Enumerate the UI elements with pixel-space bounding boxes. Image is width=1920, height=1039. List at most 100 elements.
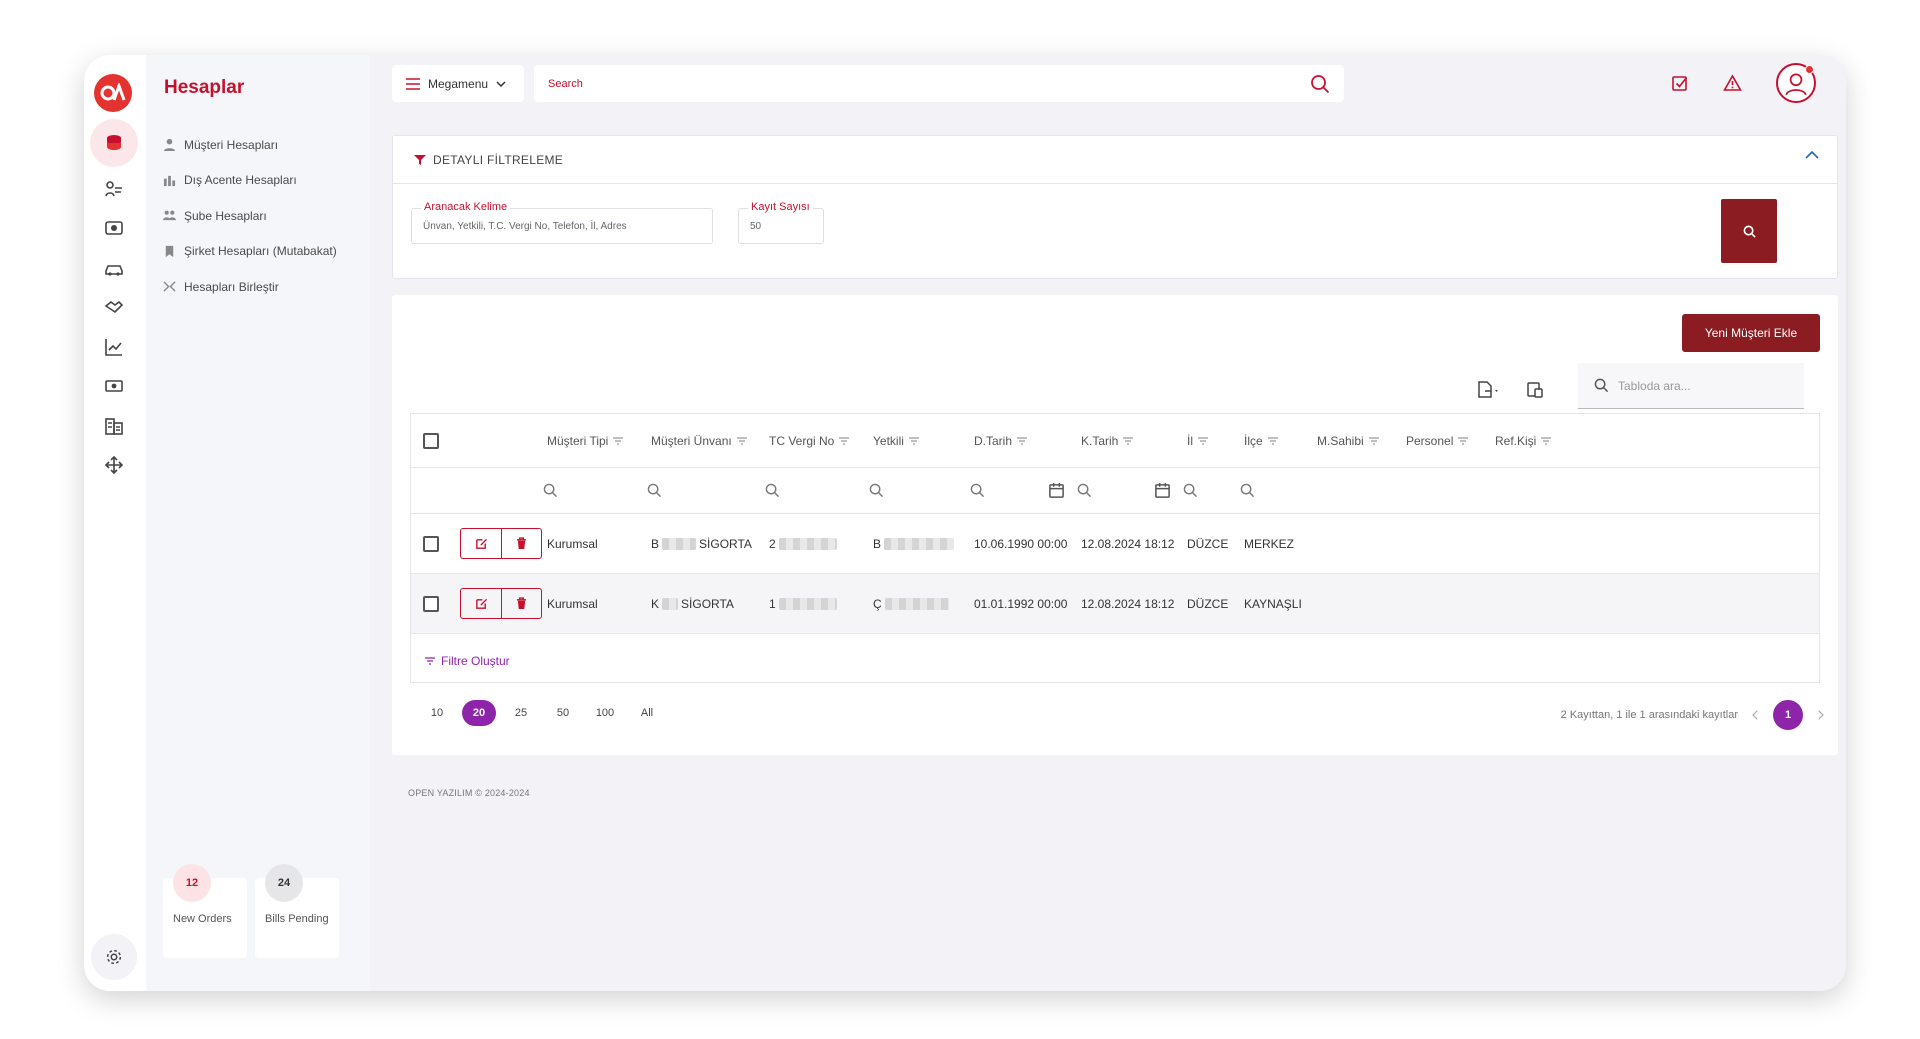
page-size-option[interactable]: All — [630, 700, 664, 726]
app-logo-icon[interactable] — [94, 74, 132, 112]
table-search-placeholder: Tabloda ara... — [1618, 378, 1691, 393]
column-filter-icon — [613, 436, 624, 445]
filter-search-icon[interactable] — [765, 468, 780, 513]
car-icon[interactable] — [90, 248, 138, 288]
stat-bills-pending[interactable]: 24 Bills Pending — [255, 864, 339, 958]
page-size-option[interactable]: 50 — [546, 700, 580, 726]
column-filter-icon — [839, 436, 850, 445]
chart-line-icon[interactable] — [90, 327, 138, 367]
stat-new-orders[interactable]: 12 New Orders — [163, 864, 247, 958]
col-header-referrer[interactable]: Ref.Kişi — [1495, 414, 1552, 467]
filter-search-icon[interactable] — [543, 468, 558, 513]
col-header-district[interactable]: İlçe — [1244, 414, 1278, 467]
delete-button[interactable] — [501, 588, 542, 619]
keyword-field[interactable]: Aranacak Kelime Ünvan, Yetkili, T.C. Ver… — [411, 201, 713, 244]
table-search[interactable]: Tabloda ara... — [1578, 363, 1804, 409]
delete-button[interactable] — [501, 528, 542, 559]
export-file-icon[interactable] — [1476, 381, 1502, 399]
stat-label: New Orders — [173, 913, 232, 925]
table-row[interactable]: Kurumsal B SİGORTA 2 B 10.06.1990 00:00 1… — [411, 514, 1819, 574]
edit-button[interactable] — [460, 588, 501, 619]
column-chooser-icon[interactable] — [1526, 381, 1544, 399]
main-content: Megamenu DETAYLI FİLTRELEME Aranacak Kel — [370, 55, 1846, 991]
chevron-left-icon[interactable] — [1752, 710, 1759, 720]
col-header-customer-type[interactable]: Müşteri Tipi — [547, 414, 624, 467]
filter-search-icon[interactable] — [1077, 468, 1092, 513]
trash-icon — [516, 597, 527, 609]
page-size-option-selected[interactable]: 20 — [462, 700, 496, 726]
buildings-icon[interactable] — [90, 406, 138, 446]
page-size-option[interactable]: 10 — [420, 700, 454, 726]
cell-province: DÜZCE — [1187, 596, 1229, 611]
filter-search-icon[interactable] — [1240, 468, 1255, 513]
user-avatar-icon — [1785, 73, 1807, 96]
create-filter-link[interactable]: Filtre Oluştur — [425, 654, 510, 668]
col-header-authorized[interactable]: Yetkili — [873, 414, 919, 467]
page-size-option[interactable]: 100 — [588, 700, 622, 726]
task-check-icon[interactable] — [1671, 74, 1689, 92]
page-size-option[interactable]: 25 — [504, 700, 538, 726]
policy-icon[interactable] — [90, 169, 138, 209]
cell-customer-type: Kurumsal — [547, 536, 598, 551]
col-header-staff[interactable]: Personel — [1406, 414, 1469, 467]
filter-search-icon[interactable] — [970, 468, 985, 513]
megamenu-button[interactable]: Megamenu — [392, 65, 524, 102]
submenu-item-branch-accounts[interactable]: Şube Hesapları — [163, 198, 337, 234]
warning-icon[interactable] — [1723, 74, 1742, 92]
row-checkbox[interactable] — [423, 514, 439, 573]
global-search-input[interactable] — [548, 77, 1310, 90]
cell-district: KAYNAŞLI — [1244, 596, 1302, 611]
column-filter-icon — [1123, 436, 1134, 445]
edit-icon — [475, 598, 487, 609]
submenu-item-external-agency-accounts[interactable]: Dış Acente Hesapları — [163, 163, 337, 199]
new-customer-button[interactable]: Yeni Müşteri Ekle — [1682, 314, 1820, 352]
record-count-field[interactable]: Kayıt Sayısı 50 — [738, 201, 824, 244]
accounts-icon[interactable] — [90, 119, 138, 167]
pagination-info: 2 Kayıttan, 1 ile 1 arasındaki kayıtlar — [1560, 709, 1738, 721]
chevron-right-icon[interactable] — [1817, 710, 1824, 720]
chevron-up-icon[interactable] — [1805, 151, 1819, 159]
select-all-checkbox[interactable] — [423, 414, 439, 467]
row-checkbox[interactable] — [423, 574, 439, 633]
handshake-icon[interactable] — [90, 287, 138, 327]
cell-customer-title: K SİGORTA — [651, 596, 734, 611]
table-row[interactable]: Kurumsal K SİGORTA 1 Ç 01.01.1992 00:00 1… — [411, 574, 1819, 634]
col-header-tax-no[interactable]: TC Vergi No — [769, 414, 850, 467]
edit-button[interactable] — [460, 528, 501, 559]
grid-header-row: Müşteri Tipi Müşteri Ünvanı TC Vergi No … — [411, 414, 1819, 468]
calendar-icon[interactable] — [1154, 468, 1171, 513]
filter-search-icon[interactable] — [869, 468, 884, 513]
hamburger-icon — [406, 77, 420, 90]
column-filter-icon — [1017, 436, 1028, 445]
chart-bars-icon — [163, 175, 176, 186]
col-header-record-date[interactable]: K.Tarih — [1081, 414, 1134, 467]
filter-header[interactable]: DETAYLI FİLTRELEME — [393, 136, 1837, 184]
move-arrows-icon[interactable] — [90, 445, 138, 485]
user-avatar[interactable] — [1776, 63, 1816, 103]
cell-record-date: 12.08.2024 18:12 — [1081, 596, 1175, 611]
filter-search-icon[interactable] — [1183, 468, 1198, 513]
search-icon[interactable] — [1310, 74, 1330, 94]
cell-tax-no: 2 — [769, 514, 840, 573]
calendar-icon[interactable] — [1048, 468, 1065, 513]
user-icon — [163, 139, 176, 152]
row-actions — [460, 514, 542, 573]
stat-label: Bills Pending — [265, 913, 329, 925]
filter-search-button[interactable] — [1721, 199, 1777, 263]
settings-gear-icon[interactable] — [91, 934, 137, 980]
filter-search-icon[interactable] — [647, 468, 662, 513]
submenu-item-company-accounts[interactable]: Şirket Hesapları (Mutabakat) — [163, 234, 337, 270]
table-tools — [1476, 381, 1544, 399]
submenu-item-merge-accounts[interactable]: Hesapları Birleştir — [163, 269, 337, 305]
submenu-item-label: Müşteri Hesapları — [184, 137, 279, 152]
col-header-owner[interactable]: M.Sahibi — [1317, 414, 1379, 467]
page-button-current[interactable]: 1 — [1773, 700, 1803, 730]
camera-icon[interactable] — [90, 208, 138, 248]
col-header-customer-title[interactable]: Müşteri Ünvanı — [651, 414, 747, 467]
submenu-item-customer-accounts[interactable]: Müşteri Hesapları — [163, 127, 337, 163]
money-icon[interactable] — [90, 366, 138, 406]
footer-copyright: OPEN YAZILIM © 2024-2024 — [408, 788, 530, 798]
col-header-birth-date[interactable]: D.Tarih — [974, 414, 1028, 467]
column-filter-icon — [1458, 436, 1469, 445]
col-header-province[interactable]: İl — [1187, 414, 1208, 467]
